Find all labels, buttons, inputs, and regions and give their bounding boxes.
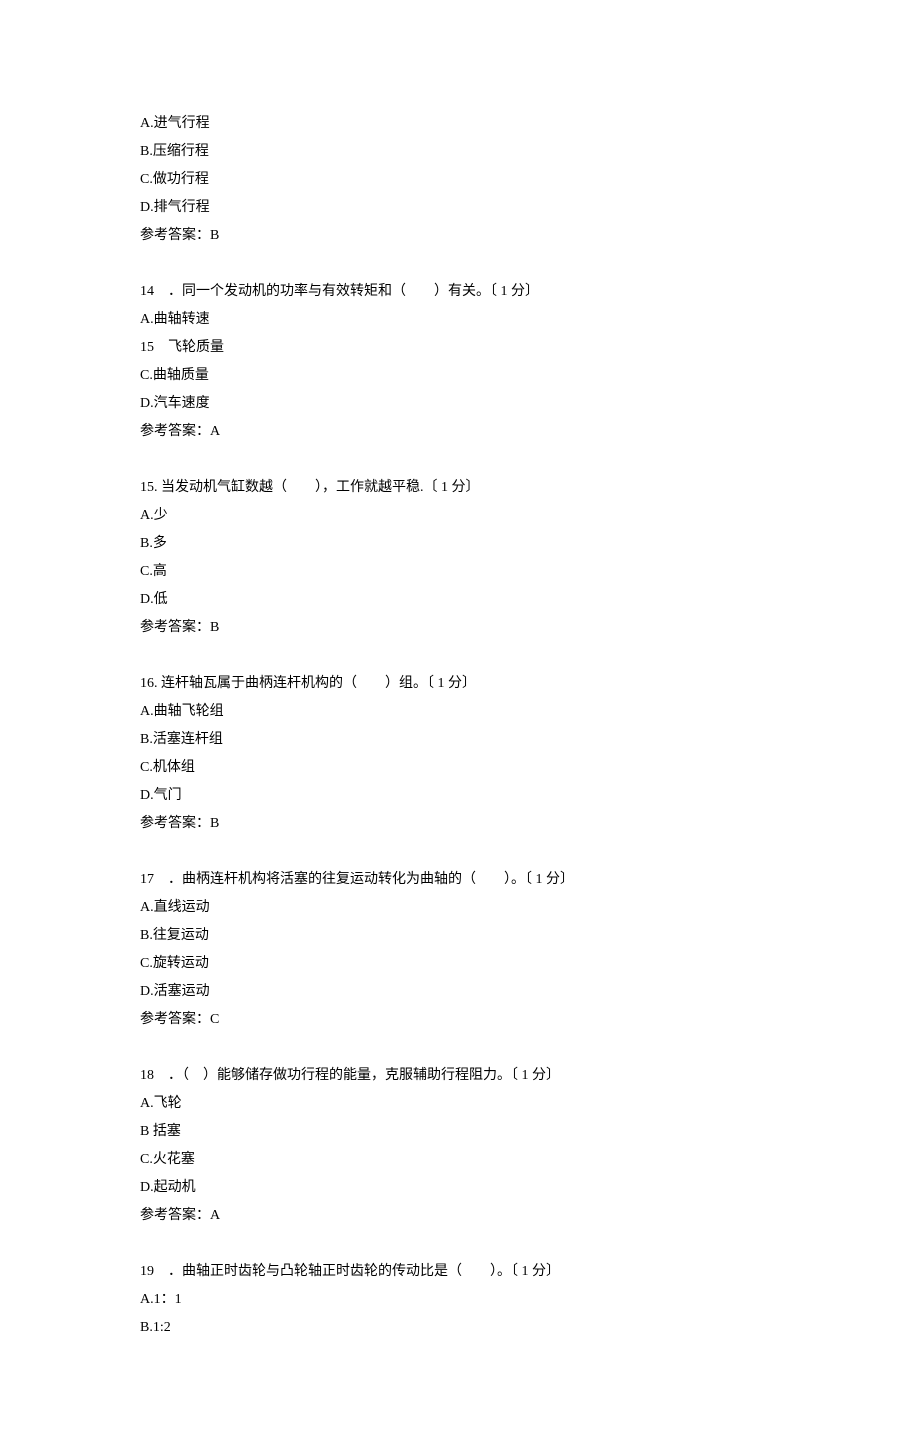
- question-block-partial: A.进气行程 B.压缩行程 C.做功行程 D.排气行程 参考答案：B: [140, 110, 780, 250]
- question-block: 14 ．同一个发动机的功率与有效转矩和（ ）有关。〔 1 分〕 A.曲轴转速 1…: [140, 278, 780, 446]
- question-option: A.进气行程: [140, 110, 780, 138]
- question-option: B.活塞连杆组: [140, 726, 780, 754]
- question-block: 16. 连杆轴瓦属于曲柄连杆机构的（ ）组。〔 1 分〕 A.曲轴飞轮组 B.活…: [140, 670, 780, 838]
- question-stem: 15. 当发动机气缸数越（ ），工作就越平稳.〔 1 分〕: [140, 474, 780, 502]
- question-stem: 16. 连杆轴瓦属于曲柄连杆机构的（ ）组。〔 1 分〕: [140, 670, 780, 698]
- question-stem: 14 ．同一个发动机的功率与有效转矩和（ ）有关。〔 1 分〕: [140, 278, 780, 306]
- question-option: B.多: [140, 530, 780, 558]
- question-option: B.往复运动: [140, 922, 780, 950]
- document-page: A.进气行程 B.压缩行程 C.做功行程 D.排气行程 参考答案：B 14 ．同…: [0, 0, 920, 1450]
- question-option: A.飞轮: [140, 1090, 780, 1118]
- question-block: 15. 当发动机气缸数越（ ），工作就越平稳.〔 1 分〕 A.少 B.多 C.…: [140, 474, 780, 642]
- question-block: 19 ．曲轴正时齿轮与凸轮轴正时齿轮的传动比是（ ）。〔 1 分〕 A.1：1 …: [140, 1258, 780, 1342]
- question-option: D.起动机: [140, 1174, 780, 1202]
- question-stem: 17 ．曲柄连杆机构将活塞的往复运动转化为曲轴的（ ）。〔 1 分〕: [140, 866, 780, 894]
- question-option: A.曲轴飞轮组: [140, 698, 780, 726]
- question-option: B.压缩行程: [140, 138, 780, 166]
- question-option: C.机体组: [140, 754, 780, 782]
- question-option: D.排气行程: [140, 194, 780, 222]
- question-option: C.高: [140, 558, 780, 586]
- question-stem: 19 ．曲轴正时齿轮与凸轮轴正时齿轮的传动比是（ ）。〔 1 分〕: [140, 1258, 780, 1286]
- question-option: D.活塞运动: [140, 978, 780, 1006]
- question-option: C.曲轴质量: [140, 362, 780, 390]
- question-option: A.1：1: [140, 1286, 780, 1314]
- question-option: 15 飞轮质量: [140, 334, 780, 362]
- question-option: D.气门: [140, 782, 780, 810]
- question-option: C.做功行程: [140, 166, 780, 194]
- question-stem: 18 ．（ ）能够储存做功行程的能量，克服辅助行程阻力。〔 1 分〕: [140, 1062, 780, 1090]
- question-option: D.汽车速度: [140, 390, 780, 418]
- question-option: C.旋转运动: [140, 950, 780, 978]
- question-option: B.1:2: [140, 1314, 780, 1342]
- question-answer: 参考答案：C: [140, 1006, 780, 1034]
- question-block: 17 ．曲柄连杆机构将活塞的往复运动转化为曲轴的（ ）。〔 1 分〕 A.直线运…: [140, 866, 780, 1034]
- question-answer: 参考答案：A: [140, 1202, 780, 1230]
- question-option: A.少: [140, 502, 780, 530]
- question-option: A.直线运动: [140, 894, 780, 922]
- question-option: A.曲轴转速: [140, 306, 780, 334]
- question-answer: 参考答案：B: [140, 222, 780, 250]
- question-option: C.火花塞: [140, 1146, 780, 1174]
- question-answer: 参考答案：B: [140, 614, 780, 642]
- question-option: B 括塞: [140, 1118, 780, 1146]
- question-block: 18 ．（ ）能够储存做功行程的能量，克服辅助行程阻力。〔 1 分〕 A.飞轮 …: [140, 1062, 780, 1230]
- question-answer: 参考答案：A: [140, 418, 780, 446]
- question-option: D.低: [140, 586, 780, 614]
- question-answer: 参考答案：B: [140, 810, 780, 838]
